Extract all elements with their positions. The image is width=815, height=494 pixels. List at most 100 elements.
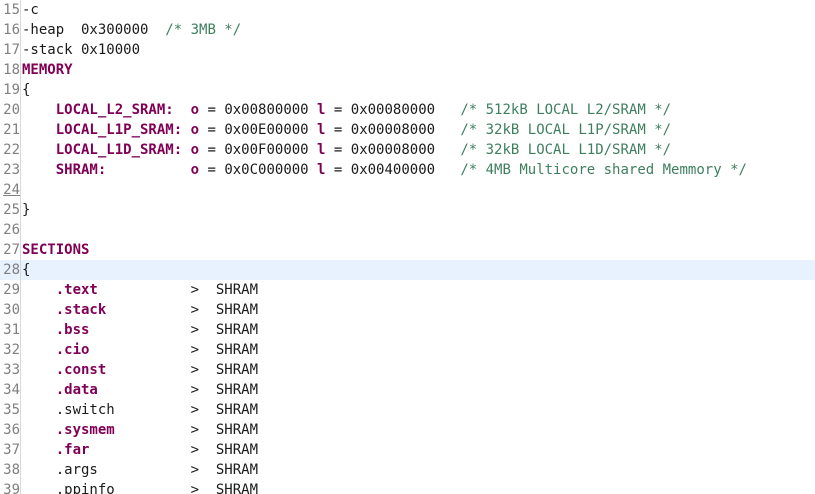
code-line[interactable]: 24	[0, 180, 815, 200]
line-number: 26	[0, 220, 21, 240]
code-line[interactable]: 29 .text > SHRAM	[0, 280, 815, 300]
text-token: {	[22, 262, 31, 278]
text-token: -stack 0x10000	[22, 42, 141, 58]
text-token: > SHRAM	[89, 322, 259, 338]
text-token: > SHRAM	[89, 342, 259, 358]
keyword-token: o	[190, 122, 200, 138]
keyword-token: .stack	[55, 302, 107, 318]
code-line[interactable]: 22 LOCAL_L1D_SRAM: o = 0x00F00000 l = 0x…	[0, 140, 815, 160]
code-line[interactable]: 38 .args > SHRAM	[0, 460, 815, 480]
code-line[interactable]: 31 .bss > SHRAM	[0, 320, 815, 340]
code-line[interactable]: 20 LOCAL_L2_SRAM: o = 0x00800000 l = 0x0…	[0, 100, 815, 120]
line-number: 19	[0, 80, 21, 100]
line-number: 21	[0, 120, 21, 140]
text-token: .ppinfo > SHRAM	[22, 482, 259, 494]
text-token: = 0x00F00000	[199, 142, 318, 158]
code-text: .far > SHRAM	[22, 440, 258, 460]
code-text: SHRAM: o = 0x0C000000 l = 0x00400000 /* …	[22, 160, 747, 180]
code-line[interactable]: 28{	[0, 260, 815, 280]
code-text: .args > SHRAM	[22, 460, 258, 480]
line-number: 28	[0, 260, 21, 280]
text-token: > SHRAM	[97, 382, 259, 398]
text-token: {	[22, 82, 31, 98]
code-line[interactable]: 21 LOCAL_L1P_SRAM: o = 0x00E00000 l = 0x…	[0, 120, 815, 140]
code-line[interactable]: 32 .cio > SHRAM	[0, 340, 815, 360]
code-line[interactable]: 17 -stack 0x10000	[0, 40, 815, 60]
keyword-token: o	[190, 102, 200, 118]
code-text: -c	[22, 0, 39, 20]
code-line[interactable]: 16 -heap 0x300000 /* 3MB */	[0, 20, 815, 40]
keyword-token: LOCAL_L1P_SRAM:	[55, 122, 183, 138]
code-text: LOCAL_L1P_SRAM: o = 0x00E00000 l = 0x000…	[22, 120, 671, 140]
keyword-token: .cio	[55, 342, 90, 358]
line-number: 30	[0, 300, 21, 320]
code-line[interactable]: 37 .far > SHRAM	[0, 440, 815, 460]
code-line[interactable]: 23 SHRAM: o = 0x0C000000 l = 0x00400000 …	[0, 160, 815, 180]
text-token: = 0x00E00000	[199, 122, 318, 138]
code-line[interactable]: 33 .const > SHRAM	[0, 360, 815, 380]
code-line[interactable]: 26	[0, 220, 815, 240]
line-number: 20	[0, 100, 21, 120]
code-line[interactable]: 39 .ppinfo > SHRAM	[0, 480, 815, 494]
code-line[interactable]: 30 .stack > SHRAM	[0, 300, 815, 320]
keyword-token: SHRAM:	[55, 162, 107, 178]
line-number: 35	[0, 400, 21, 420]
line-number: 18	[0, 60, 21, 80]
code-line[interactable]: 34 .data > SHRAM	[0, 380, 815, 400]
text-token: > SHRAM	[106, 362, 259, 378]
text-token: > SHRAM	[106, 302, 259, 318]
keyword-token: LOCAL_L1D_SRAM:	[55, 142, 183, 158]
keyword-token: o	[190, 162, 200, 178]
comment-token: /* 4MB Multicore shared Memmory */	[460, 162, 747, 178]
code-line[interactable]: 35 .switch > SHRAM	[0, 400, 815, 420]
keyword-token: LOCAL_L2_SRAM:	[55, 102, 174, 118]
line-number: 23	[0, 160, 21, 180]
code-editor[interactable]: 15 -c 16 -heap 0x300000 /* 3MB */17 -stack 0…	[0, 0, 815, 494]
keyword-token: .const	[55, 362, 107, 378]
code-text: .sysmem > SHRAM	[22, 420, 258, 440]
keyword-token: o	[190, 142, 200, 158]
text-token: = 0x0C000000	[199, 162, 318, 178]
code-text: LOCAL_L2_SRAM: o = 0x00800000 l = 0x0008…	[22, 100, 671, 120]
comment-token: /* 3MB */	[165, 22, 242, 38]
comment-token: /* 32kB LOCAL L1P/SRAM */	[460, 122, 672, 138]
text-token: = 0x00008000	[325, 122, 461, 138]
line-number: 36	[0, 420, 21, 440]
text-token: }	[22, 202, 31, 218]
line-number: 31	[0, 320, 21, 340]
text-token: -c	[22, 2, 39, 18]
comment-token: /* 32kB LOCAL L1D/SRAM */	[460, 142, 672, 158]
code-text: -heap 0x300000 /* 3MB */	[22, 20, 241, 40]
code-line[interactable]: 19{	[0, 80, 815, 100]
line-number: 32	[0, 340, 21, 360]
code-text: .const > SHRAM	[22, 360, 258, 380]
code-line[interactable]: 18 MEMORY	[0, 60, 815, 80]
text-token: -heap 0x300000	[22, 22, 166, 38]
code-line[interactable]: 36 .sysmem > SHRAM	[0, 420, 815, 440]
code-text: .ppinfo > SHRAM	[22, 480, 258, 494]
code-text: .cio > SHRAM	[22, 340, 258, 360]
code-line[interactable]: 15 -c	[0, 0, 815, 20]
code-text: .data > SHRAM	[22, 380, 258, 400]
code-text: LOCAL_L1D_SRAM: o = 0x00F00000 l = 0x000…	[22, 140, 671, 160]
code-text: SECTIONS	[22, 240, 89, 260]
line-number: 27	[0, 240, 21, 260]
code-text: .stack > SHRAM	[22, 300, 258, 320]
code-line[interactable]: 25}	[0, 200, 815, 220]
text-token: .args > SHRAM	[22, 462, 259, 478]
code-text: }	[22, 200, 30, 220]
code-text: -stack 0x10000	[22, 40, 140, 60]
keyword-token: MEMORY	[22, 62, 73, 78]
code-line[interactable]: 27 SECTIONS	[0, 240, 815, 260]
text-token: > SHRAM	[97, 282, 259, 298]
